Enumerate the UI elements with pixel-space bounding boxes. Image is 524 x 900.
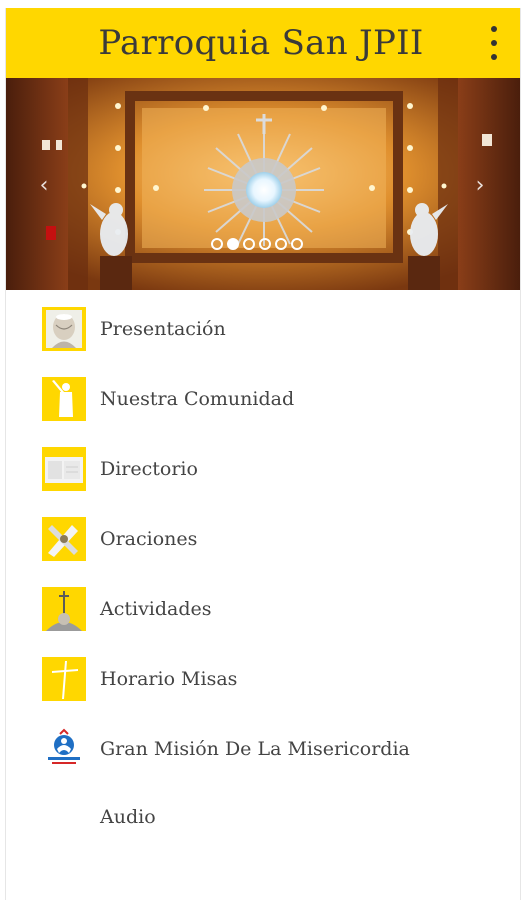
- directory-icon: [42, 447, 86, 491]
- chevron-right-icon[interactable]: ›: [470, 170, 490, 200]
- menu-item-label: Presentación: [100, 318, 226, 340]
- carousel-dot[interactable]: [291, 238, 303, 250]
- praying-hands-icon: [42, 517, 86, 561]
- altar-photo: [6, 78, 520, 290]
- menu-item-actividades[interactable]: Actividades: [6, 578, 520, 640]
- menu-item-oraciones[interactable]: Oraciones: [6, 508, 520, 570]
- carousel-dot[interactable]: [259, 238, 271, 250]
- app-title: Parroquia San JPII: [98, 23, 424, 63]
- pope-portrait-icon: [42, 307, 86, 351]
- menu-item-label: Nuestra Comunidad: [100, 388, 295, 410]
- menu-item-horario-misas[interactable]: Horario Misas: [6, 648, 520, 710]
- carousel-dot-active[interactable]: [227, 238, 239, 250]
- carousel-dot[interactable]: [243, 238, 255, 250]
- menu-item-audio[interactable]: Audio: [6, 786, 520, 848]
- menu-item-label: Directorio: [100, 458, 198, 480]
- statue-silhouette-icon: [42, 377, 86, 421]
- image-carousel[interactable]: ‹ ›: [6, 78, 520, 290]
- menu-item-label: Gran Misión De La Misericordia: [100, 738, 410, 760]
- more-vert-icon[interactable]: [482, 26, 506, 60]
- app-frame: Parroquia San JPII ‹ › Presentación Nues…: [5, 8, 521, 900]
- top-app-bar: Parroquia San JPII: [6, 8, 520, 78]
- menu-item-gran-mision[interactable]: Gran Misión De La Misericordia: [6, 718, 520, 780]
- menu-item-presentacion[interactable]: Presentación: [6, 298, 520, 360]
- menu-item-label: Oraciones: [100, 528, 198, 550]
- carousel-indicators: [211, 238, 303, 250]
- carousel-dot[interactable]: [275, 238, 287, 250]
- cross-icon: [42, 657, 86, 701]
- menu-item-label: Horario Misas: [100, 668, 238, 690]
- mision-misericordia-logo-icon: [42, 727, 86, 771]
- menu-item-label: Actividades: [100, 598, 212, 620]
- menu-item-directorio[interactable]: Directorio: [6, 438, 520, 500]
- chevron-left-icon[interactable]: ‹: [34, 170, 54, 200]
- menu-item-label: Audio: [100, 806, 156, 828]
- menu-item-nuestra-comunidad[interactable]: Nuestra Comunidad: [6, 368, 520, 430]
- pope-crozier-icon: [42, 587, 86, 631]
- carousel-dot[interactable]: [211, 238, 223, 250]
